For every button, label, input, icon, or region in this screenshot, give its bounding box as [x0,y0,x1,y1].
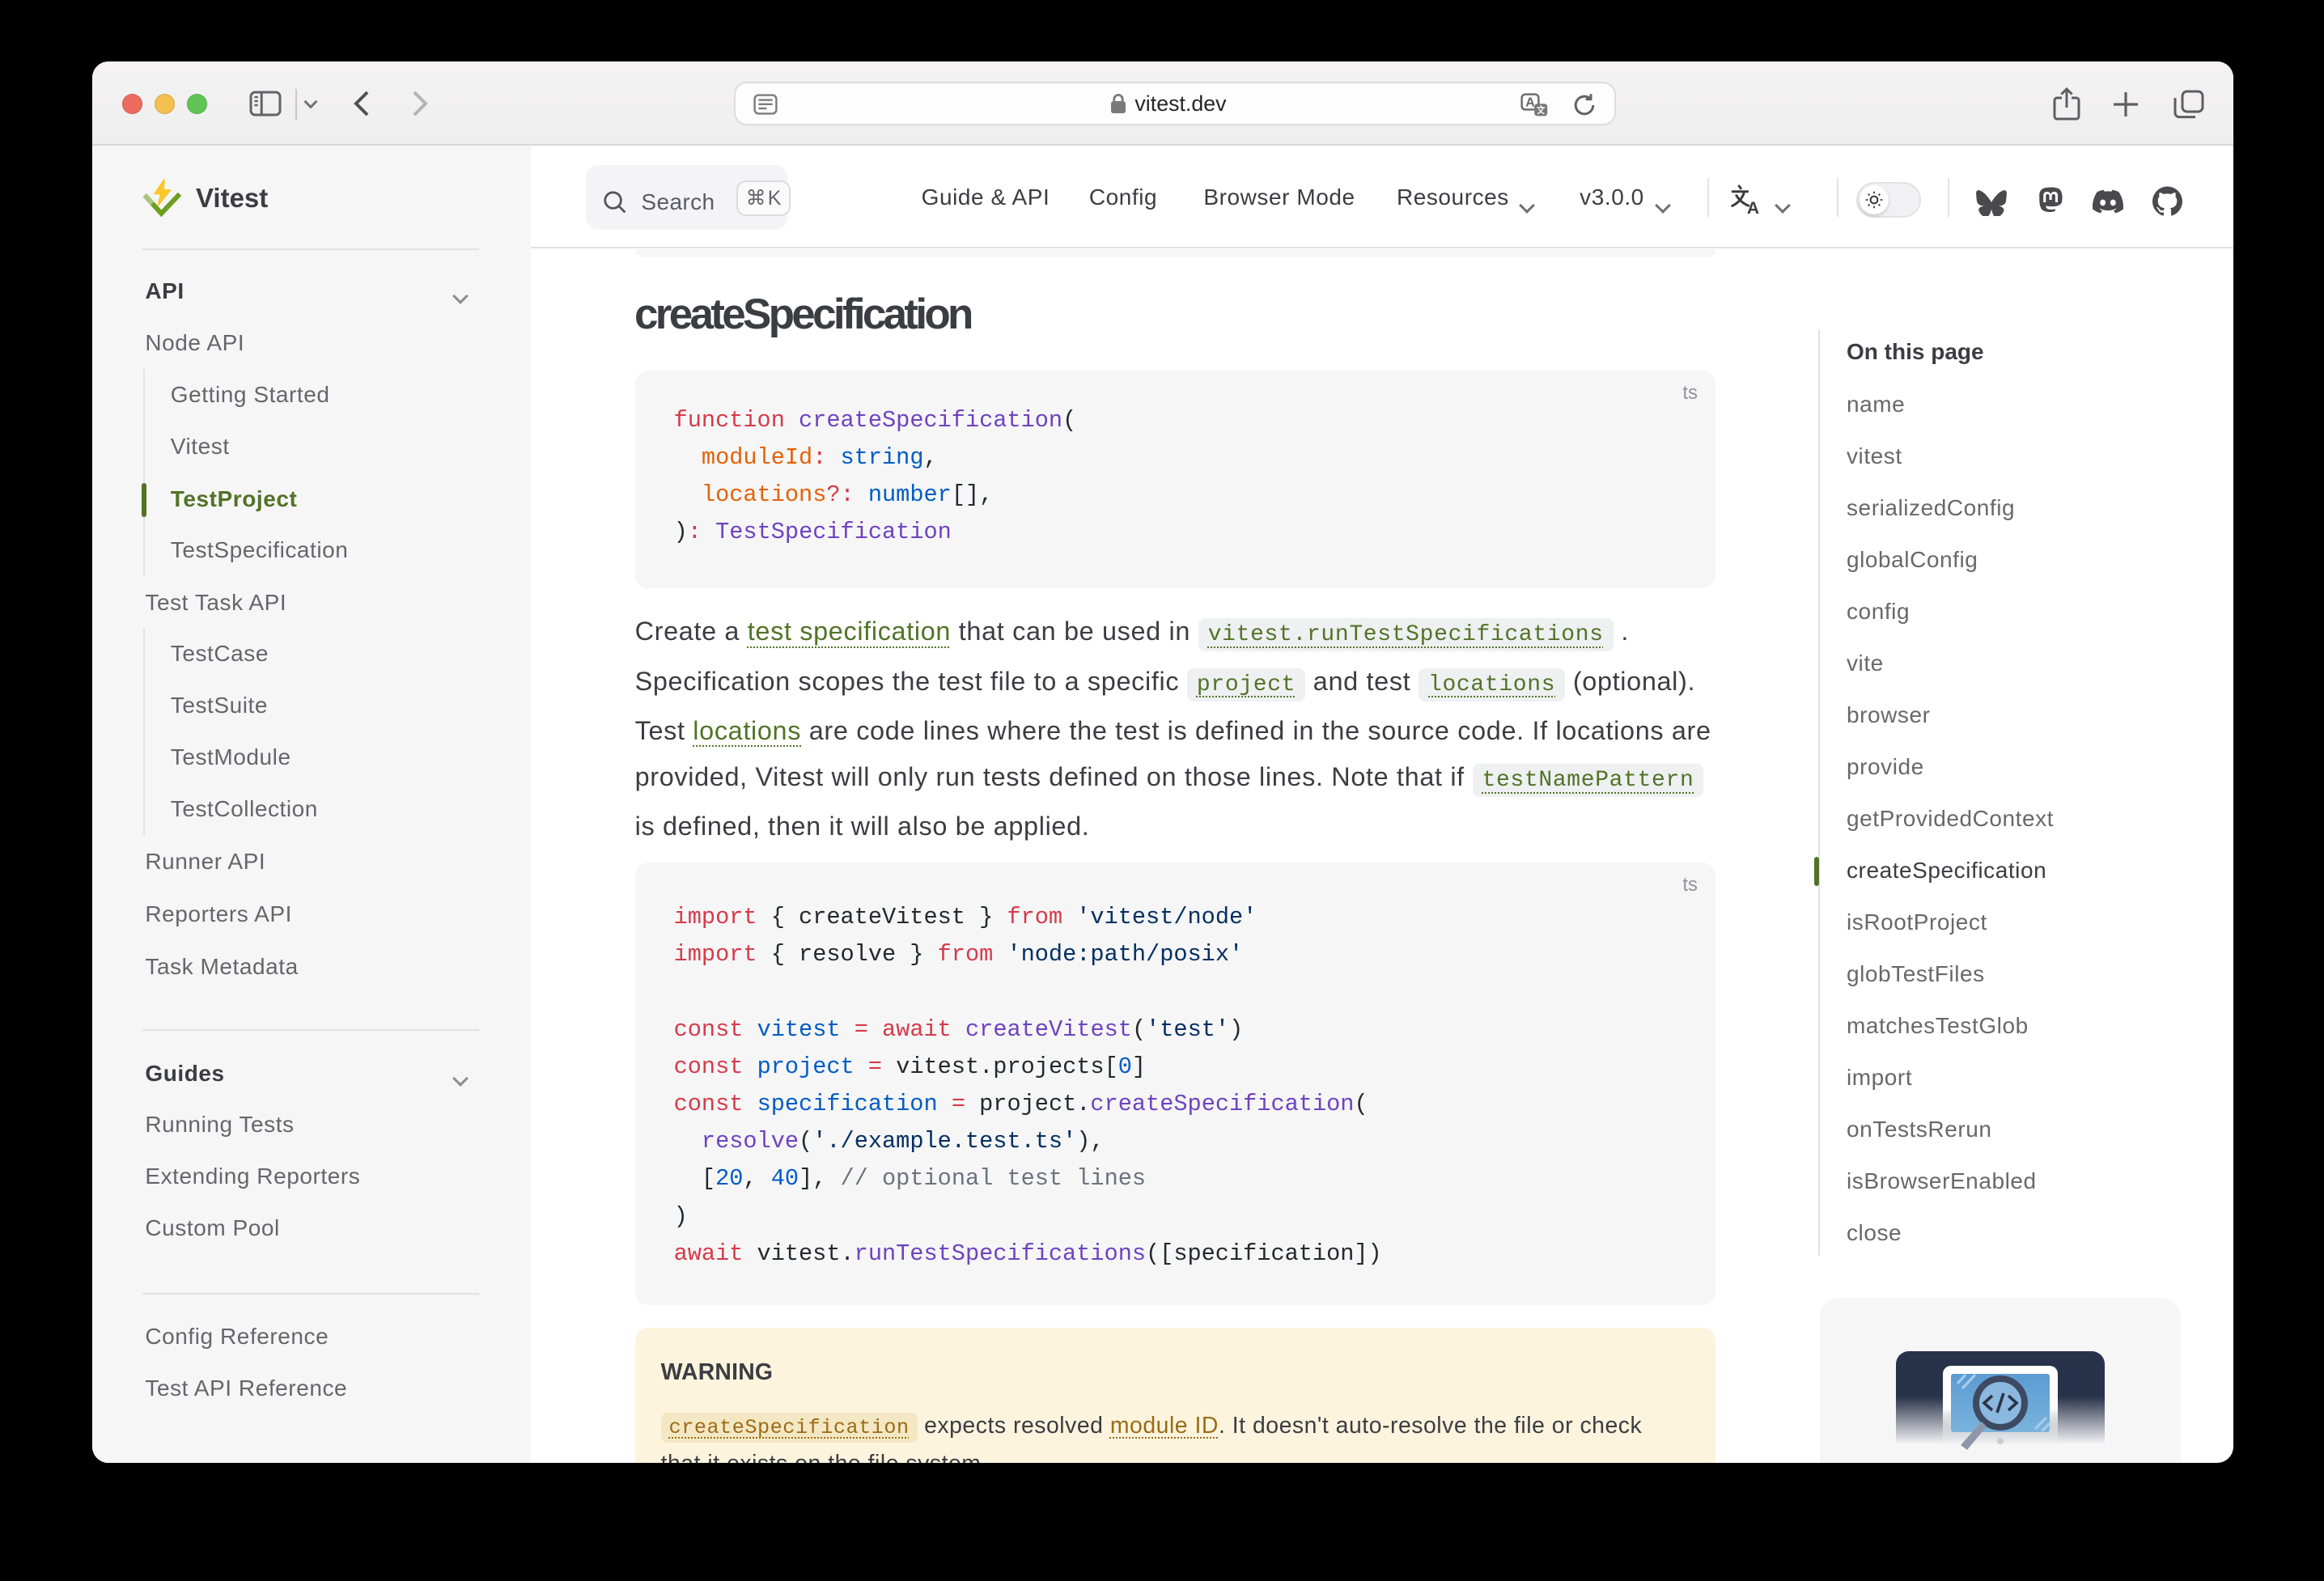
svg-text:A: A [1525,96,1535,110]
svg-text:A: A [1747,199,1759,215]
